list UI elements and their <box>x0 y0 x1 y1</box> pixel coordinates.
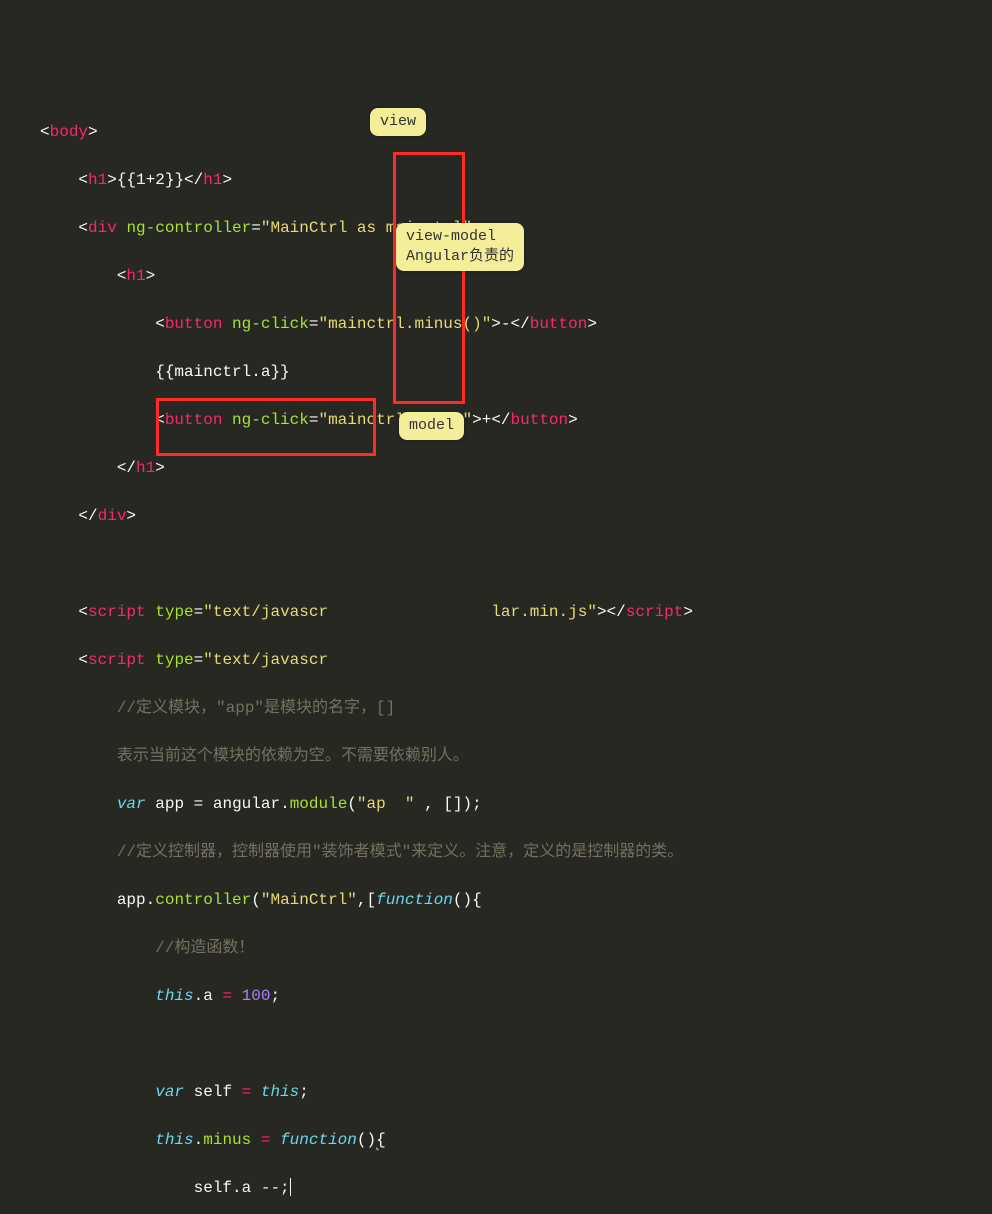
tag-button-plus-close: button <box>511 411 569 429</box>
attr-ngcontroller: ng-controller <box>126 219 251 237</box>
tag-div: div <box>88 219 117 237</box>
attr-ngclick-add: ng-click <box>232 411 309 429</box>
comment-controller: //定义控制器，控制器使用"装饰者模式"来定义。注意，定义的是控制器的类。 <box>117 843 683 861</box>
text-cursor <box>290 1178 291 1196</box>
tag-button-minus-close: button <box>530 315 588 333</box>
tag-script2: script <box>88 651 146 669</box>
decr: --; <box>251 1179 289 1197</box>
tag-h1-close: h1 <box>203 171 222 189</box>
tag-script1-close: script <box>626 603 684 621</box>
p-open2: ( <box>251 891 261 909</box>
id-app2: app <box>117 891 146 909</box>
semi2: ; <box>299 1083 309 1101</box>
brace-open1: { <box>376 1131 386 1149</box>
id-app: app <box>155 795 184 813</box>
tag-button-minus: button <box>165 315 223 333</box>
annotation-model: model <box>399 412 464 440</box>
annotation-model-text: model <box>409 417 454 434</box>
kw-function1: function <box>376 891 453 909</box>
comment-constructor: //构造函数！ <box>155 939 254 957</box>
comma1: , <box>357 891 367 909</box>
tag-body: body <box>50 123 88 141</box>
tag-button-plus: button <box>165 411 223 429</box>
attr-type2: type <box>155 651 193 669</box>
tag-script1: script <box>88 603 146 621</box>
val-textjs2: "text/javascr <box>203 651 328 669</box>
eq3: = <box>232 1083 261 1101</box>
expr-mainctrl-a: {{mainctrl.a}} <box>155 363 289 381</box>
comment-module2: 表示当前这个模块的依赖为空。不需要依赖别人。 <box>117 747 469 765</box>
expr-1plus2: {{1+2}} <box>117 171 184 189</box>
id-self: self <box>194 1083 232 1101</box>
kw-var-self: var <box>155 1083 184 1101</box>
comment-module1: //定义模块，"app"是模块的名字，[] <box>117 699 395 717</box>
val-minus: "mainctrl.minus()" <box>318 315 491 333</box>
annotation-viewmodel-line1: view-model <box>406 228 496 245</box>
eq2: = <box>213 987 242 1005</box>
kw-this2: this <box>261 1083 299 1101</box>
annotation-viewmodel-line2: Angular负责的 <box>406 248 514 265</box>
text-minus: - <box>501 315 511 333</box>
attr-type1: type <box>155 603 193 621</box>
kw-this-a: this <box>155 987 193 1005</box>
p-open1: ( <box>347 795 357 813</box>
semi1: ; <box>270 987 280 1005</box>
attr-ngclick-minus: ng-click <box>232 315 309 333</box>
mtd-minus: minus <box>203 1131 251 1149</box>
eq4: = <box>251 1131 280 1149</box>
arr-empty: , []); <box>415 795 482 813</box>
num-100: 100 <box>242 987 271 1005</box>
annotation-viewmodel: view-model Angular负责的 <box>396 223 524 271</box>
dot4: . <box>194 1131 204 1149</box>
kw-var-app: var <box>117 795 146 813</box>
mtd-controller: controller <box>155 891 251 909</box>
tag-h1-inner-close: h1 <box>136 459 155 477</box>
annotation-view-text: view <box>380 113 416 130</box>
str-qtail: " <box>405 795 415 813</box>
val-textjs1: "text/javascr <box>203 603 328 621</box>
lbracket: [ <box>366 891 376 909</box>
tag-h1-open: h1 <box>88 171 107 189</box>
id-a: a <box>203 987 213 1005</box>
dot3: . <box>194 987 204 1005</box>
dot5: . <box>232 1179 242 1197</box>
str-app: "ap <box>357 795 386 813</box>
text-plus: + <box>482 411 492 429</box>
tag-div-close: div <box>98 507 127 525</box>
dot2: . <box>146 891 156 909</box>
id-angular: angular <box>213 795 280 813</box>
bracket-scr: ></ <box>597 603 626 621</box>
id-self2: self <box>194 1179 232 1197</box>
eq1: = <box>184 795 213 813</box>
str-mainctrl: "MainCtrl" <box>261 891 357 909</box>
tag-h1-inner-open: h1 <box>126 267 145 285</box>
val-srctail: lar.min.js" <box>491 603 597 621</box>
dot1: . <box>280 795 290 813</box>
mtd-module: module <box>290 795 348 813</box>
kw-function2: function <box>280 1131 357 1149</box>
kw-this-minus: this <box>155 1131 193 1149</box>
annotation-view: view <box>370 108 426 136</box>
id-a2: a <box>242 1179 252 1197</box>
